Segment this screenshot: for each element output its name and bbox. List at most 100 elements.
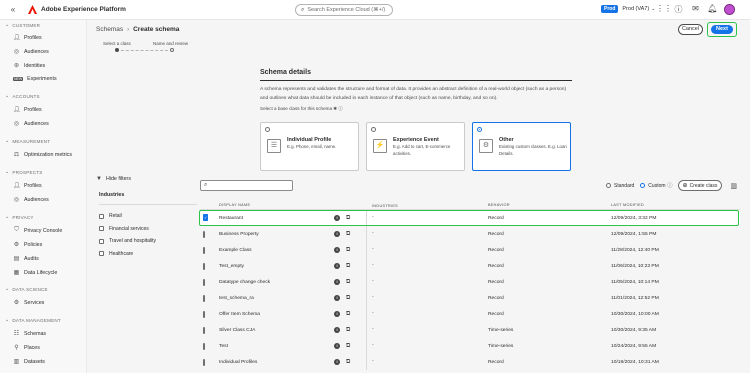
notifications-bell-icon[interactable]: 🔔︎ [707,4,718,15]
sidebar-item-prospects-audiences[interactable]: ◎ Audiences [13,196,49,204]
row-checkbox[interactable] [203,342,205,350]
standard-radio[interactable] [606,183,611,188]
row-display-name[interactable]: Individual Profiles [212,360,334,365]
class-card-other[interactable]: ⚙ Other Existing custom classes. E.g. Lo… [472,122,571,171]
info-icon[interactable]: i [334,215,340,221]
nav-section-data-management[interactable]: ⌄ DATA MANAGEMENT [5,317,61,323]
column-settings-icon[interactable]: ▥ [730,182,737,190]
col-display-name[interactable]: DISPLAY NAME [212,203,334,209]
row-checkbox[interactable] [203,310,205,318]
row-checkbox[interactable] [203,262,205,270]
preview-icon[interactable]: ⧉ [346,343,350,350]
sidebar-item-audits[interactable]: ▤ Audits [13,255,39,263]
info-icon[interactable]: i [334,247,340,253]
table-row[interactable]: ✓ Restaurant i ⧉ - Record 12/09/2024, 3:32 PM [199,210,740,226]
row-checkbox[interactable] [203,294,205,302]
table-row[interactable]: Datatype change check i ⧉ - Record 11/05/2024… [200,274,740,290]
row-checkbox[interactable] [203,230,205,238]
sidebar-item-places[interactable]: ⚲ Places [13,344,40,352]
avatar[interactable] [724,4,735,15]
info-icon[interactable]: ⓘ [668,182,673,189]
hide-filters-button[interactable]: ▼ Hide filters [96,176,197,182]
global-search-input[interactable]: ⌕ Search Experience Cloud (⌘+/) [295,4,393,16]
nav-section-accounts[interactable]: ⌄ ACCOUNTS [5,93,40,99]
info-icon[interactable]: i [334,311,340,317]
sidebar-item-privacy-console[interactable]: ⛉ Privacy Console [13,227,62,234]
row-checkbox[interactable]: ✓ [203,213,209,221]
sidebar-item-optimization-metrics[interactable]: ⚖ Optimization metrics [13,151,72,159]
sidebar-item-schemas[interactable]: ☷ Schemas [13,330,46,338]
sidebar-item-accounts-audiences[interactable]: ◎ Audiences [13,120,49,128]
nav-section-privacy[interactable]: ⌄ PRIVACY [5,214,34,220]
col-behavior[interactable]: BEHAVIOR [488,203,611,209]
table-row[interactable]: Offer Item Schema i ⧉ - Record 10/30/2024, 10… [200,306,740,322]
nav-section-measurement[interactable]: ⌄ MEASUREMENT [5,138,50,144]
row-checkbox[interactable] [203,326,205,334]
preview-icon[interactable]: ⧉ [346,215,350,222]
info-icon[interactable]: i [334,263,340,269]
checkbox[interactable] [99,238,104,244]
class-card-experience-event[interactable]: ⚡ Experience Event E.g. Add to cart, E-c… [366,122,465,171]
nav-section-prospects[interactable]: ⌄ PROSPECTS [5,169,43,175]
row-checkbox[interactable] [203,278,205,286]
create-class-button[interactable]: ⊕ Create class [677,180,723,191]
row-display-name[interactable]: Example Class [212,248,334,253]
preview-icon[interactable]: ⧉ [346,263,350,270]
row-display-name[interactable]: Business Property [212,232,334,237]
row-display-name[interactable]: Datatype change check [212,280,334,285]
row-checkbox[interactable] [203,358,205,366]
sidebar-item-accounts-profiles[interactable]: 👤︎ Profiles [13,106,42,114]
info-icon[interactable]: i [334,295,340,301]
cancel-button[interactable]: Cancel [678,24,703,35]
radio-button-selected[interactable] [477,127,482,132]
sidebar-item-prospects-profiles[interactable]: 👤︎ Profiles [13,182,42,190]
preview-icon[interactable]: ⧉ [346,327,350,334]
table-row[interactable]: Example Class i ⧉ - Record 11/28/2024, 12:40 … [200,242,740,258]
environment-switcher[interactable]: Prod Prod (VA7) ⌄ [601,5,655,13]
radio-button[interactable] [265,127,270,132]
industry-filter-healthcare[interactable]: Healthcare [99,248,197,261]
nav-section-customer[interactable]: ⌄ CUSTOMER [5,22,40,28]
sidebar-item-customer-audiences[interactable]: ◎ Audiences [13,48,49,56]
info-icon[interactable]: i [334,359,340,365]
help-icon[interactable]: ⓘ [673,4,684,15]
custom-radio[interactable] [640,183,646,188]
info-icon[interactable]: i [334,231,340,237]
table-row[interactable]: Individual Profiles i ⧉ - Record 10/18/2024, … [200,354,740,370]
row-display-name[interactable]: test_schema_ra [212,296,334,301]
apps-grid-icon[interactable]: ⋮⋮ [656,4,672,15]
row-display-name[interactable]: Test_empty [212,264,334,269]
col-industries[interactable]: INDUSTRIES [366,203,488,210]
sidebar-item-policies[interactable]: ⚙ Policies [13,241,42,249]
checkbox[interactable] [99,251,104,257]
info-icon[interactable]: i [334,279,340,285]
table-row[interactable]: test_schema_ra i ⧉ - Record 11/01/2024, 12:52… [200,290,740,306]
col-last-modified[interactable]: LAST MODIFIED [611,203,740,209]
industry-filter-retail[interactable]: Retail [99,210,197,223]
table-row[interactable]: Test_empty i ⧉ - Record 11/06/2024, 10:23 PM [200,258,740,274]
feedback-icon[interactable]: ✉ [690,4,701,15]
preview-icon[interactable]: ⧉ [346,247,350,254]
row-display-name[interactable]: Silver Class CJA [212,328,334,333]
row-checkbox[interactable] [203,246,205,254]
row-display-name[interactable]: Restaurant [212,216,334,221]
row-display-name[interactable]: Offer Item Schema [212,312,334,317]
breadcrumb-schemas-link[interactable]: Schemas [96,26,123,33]
next-button[interactable]: Next [711,25,733,34]
preview-icon[interactable]: ⧉ [346,279,350,286]
sidebar-item-identities[interactable]: ⊛ Identities [13,62,45,70]
sidebar-item-data-lifecycle[interactable]: ▦ Data Lifecycle [13,269,58,277]
table-row[interactable]: Test i ⧉ - Time-series 10/24/2024, 9:55 AM [200,338,740,354]
sidebar-item-services[interactable]: ⚙ Services [13,299,45,307]
collapse-nav-icon[interactable]: « [4,5,22,14]
info-icon[interactable]: i [334,343,340,349]
industry-filter-travel[interactable]: Travel and hospitality [99,235,197,248]
industry-filter-financial[interactable]: Financial services [99,223,197,236]
checkbox[interactable] [99,226,104,232]
preview-icon[interactable]: ⧉ [346,231,350,238]
table-row[interactable]: Business Property i ⧉ - Record 12/09/2024, 1:… [200,226,740,242]
row-display-name[interactable]: Test [212,344,334,349]
class-search-input[interactable]: ⌕ [200,180,293,191]
info-icon[interactable]: i [334,327,340,333]
nav-section-data-science[interactable]: ⌄ DATA SCIENCE [5,286,48,292]
